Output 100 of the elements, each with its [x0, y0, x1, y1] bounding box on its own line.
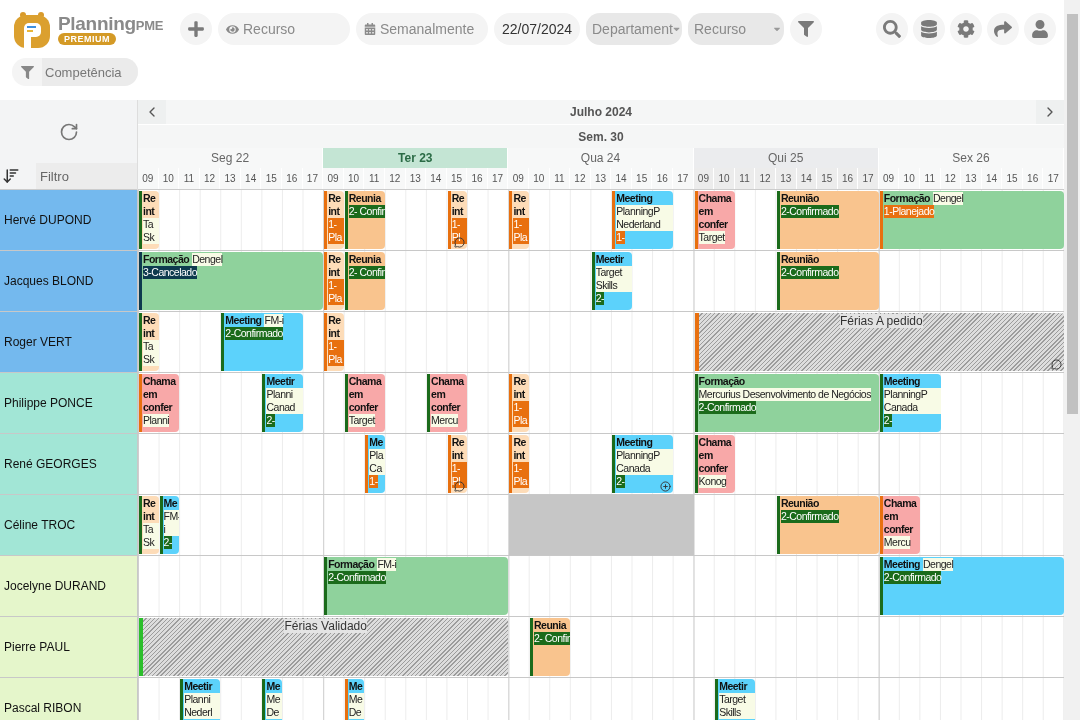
day-header[interactable]: Ter 23 [323, 148, 509, 168]
event-block[interactable]: Re int 1- Pla [509, 191, 529, 249]
event-status: 2- [595, 292, 605, 305]
user-button[interactable] [1024, 13, 1056, 45]
hour-label: 17 [858, 167, 879, 189]
plus-icon [187, 20, 205, 38]
event-block[interactable]: Chama em confer Planni [139, 374, 180, 432]
filter-icon [20, 65, 34, 79]
logo-icon[interactable] [12, 9, 52, 49]
resource-name[interactable]: Jocelyne DURAND [0, 556, 138, 616]
event-block[interactable]: Reunia 2- Confir [344, 252, 385, 310]
add-icon[interactable] [660, 481, 671, 492]
event-block[interactable]: Formação Dengel 3-Cancelado [139, 252, 324, 310]
event-block[interactable]: Me Me De [344, 679, 365, 720]
event-block[interactable]: Re int 1- Pla [324, 252, 344, 310]
resource-name[interactable]: Hervé DUPOND [0, 190, 138, 250]
settings-button[interactable] [950, 13, 982, 45]
event-block[interactable]: Meetir Target Skills 2- [591, 252, 632, 310]
event-block[interactable]: Reunião 2-Confirmado [776, 252, 879, 310]
hour-label: 16 [282, 167, 303, 189]
event-client: Planni [143, 414, 170, 427]
event-block[interactable]: Re int Ta Sk [139, 313, 159, 371]
resource-name[interactable]: Pierre PAUL [0, 617, 138, 677]
hour-label: 14 [426, 167, 447, 189]
event-block[interactable]: Meetir Planni Nederl [180, 679, 221, 720]
hour-label: 09 [508, 167, 529, 189]
database-button[interactable] [913, 13, 945, 45]
event-block[interactable]: Formação FM-i 2-Confirmado [324, 557, 509, 615]
event-block[interactable]: Meeting PlanningP Canada 2- [612, 435, 673, 493]
event-title: Re int [143, 497, 156, 523]
date-field[interactable]: 22/07/2024 [494, 13, 580, 45]
event-block[interactable]: Re int 1- Pla [324, 191, 344, 249]
event-block[interactable]: Meetir Planni Canad 2- [262, 374, 303, 432]
resource-name[interactable]: Céline TROC [0, 495, 138, 555]
skill-filter[interactable]: Competência [12, 58, 138, 86]
event-title: Reunia [348, 192, 381, 205]
share-button[interactable] [987, 13, 1019, 45]
filter-button[interactable] [790, 13, 822, 45]
search-icon [883, 20, 901, 38]
day-header[interactable]: Qui 25 [693, 148, 879, 168]
event-block[interactable]: Reunião 2-Confirmado [776, 496, 879, 554]
event-block[interactable]: Reunião 2-Confirmado [776, 191, 879, 249]
comment-icon[interactable] [1051, 359, 1062, 370]
event-title: Chama em confer [698, 192, 732, 231]
resource-name[interactable]: Jacques BLOND [0, 251, 138, 311]
absence-block[interactable]: Férias Validado [139, 618, 509, 676]
event-title: Re int [143, 192, 156, 218]
resource-name[interactable]: Philippe PONCE [0, 373, 138, 433]
hour-label: 10 [899, 167, 920, 189]
resource-name[interactable]: Pascal RIBON [0, 678, 138, 720]
event-block[interactable]: Re int Ta Sk [139, 496, 159, 554]
day-header[interactable]: Seg 22 [138, 148, 324, 168]
scrollbar[interactable] [1064, 0, 1080, 720]
event-title: Formação [143, 253, 190, 266]
event-client: PlanningP Nederland [616, 205, 673, 231]
event-title: Chama em confer [143, 375, 177, 414]
search-button[interactable] [876, 13, 908, 45]
event-block[interactable]: Reunia 2- Confir [529, 618, 571, 676]
event-block[interactable]: Chama em confer Mercu [427, 374, 468, 432]
user-icon [1031, 20, 1049, 38]
event-block[interactable]: Re int 1- Pla [509, 435, 529, 493]
event-block[interactable]: Re int 1- Pla [509, 374, 529, 432]
event-block[interactable]: Chama em confer Konog [694, 435, 735, 493]
event-block[interactable]: Chama em confer Target [344, 374, 385, 432]
event-block[interactable]: Meeting PlanningP Nederland 1- [612, 191, 673, 249]
event-title: Reunia [348, 253, 381, 266]
event-block[interactable]: Meetir Target Skills [715, 679, 756, 720]
week-label: Sem. 30 [578, 129, 624, 144]
hour-label: 17 [1043, 167, 1064, 189]
day-header[interactable]: Qua 24 [508, 148, 694, 168]
event-block[interactable]: Re int 1- Pla [324, 313, 344, 371]
event-title: Reunião [780, 192, 819, 205]
filter-field[interactable]: Filtro [36, 163, 137, 189]
hour-label: 11 [179, 167, 200, 189]
absence-block[interactable]: Férias A pedido [694, 313, 1064, 371]
resource-name[interactable]: René GEORGES [0, 434, 138, 494]
event-title: Re int [451, 192, 465, 218]
event-block[interactable]: Chama em confer Mercu [879, 496, 920, 554]
event-block[interactable]: Reunia 2- Confir [344, 191, 385, 249]
event-block[interactable]: Me Pla Ca 1- [365, 435, 385, 493]
event-block[interactable]: Chama em confer Target [694, 191, 735, 249]
event-status: 2- [163, 536, 172, 549]
event-status: 1- [369, 475, 378, 488]
event-block[interactable]: Re int Ta Sk [139, 191, 159, 249]
event-title: Reunião [780, 253, 819, 266]
event-title: Re int [513, 192, 526, 218]
resource-name[interactable]: Roger VERT [0, 312, 138, 372]
event-block[interactable]: Formação Mercurius Desenvolvimento de Negócios 2-Confirmado [694, 374, 879, 432]
event-block[interactable]: Re int 1- Pl [447, 435, 468, 493]
event-block[interactable]: Re int 1- Pl [447, 191, 468, 249]
day-header[interactable]: Sex 26 [878, 148, 1064, 168]
event-title: Me [369, 436, 383, 449]
event-client: Konog [698, 475, 727, 488]
refresh-icon[interactable] [58, 121, 79, 142]
event-block[interactable]: Me Me De [262, 679, 282, 720]
event-client: Target [348, 414, 375, 427]
event-client: Planni Canad [266, 388, 303, 414]
add-button[interactable] [180, 13, 212, 45]
event-client: Mercurius Desenvolvimento de Negócios [698, 388, 871, 401]
event-status: 2- Confir [533, 632, 570, 645]
